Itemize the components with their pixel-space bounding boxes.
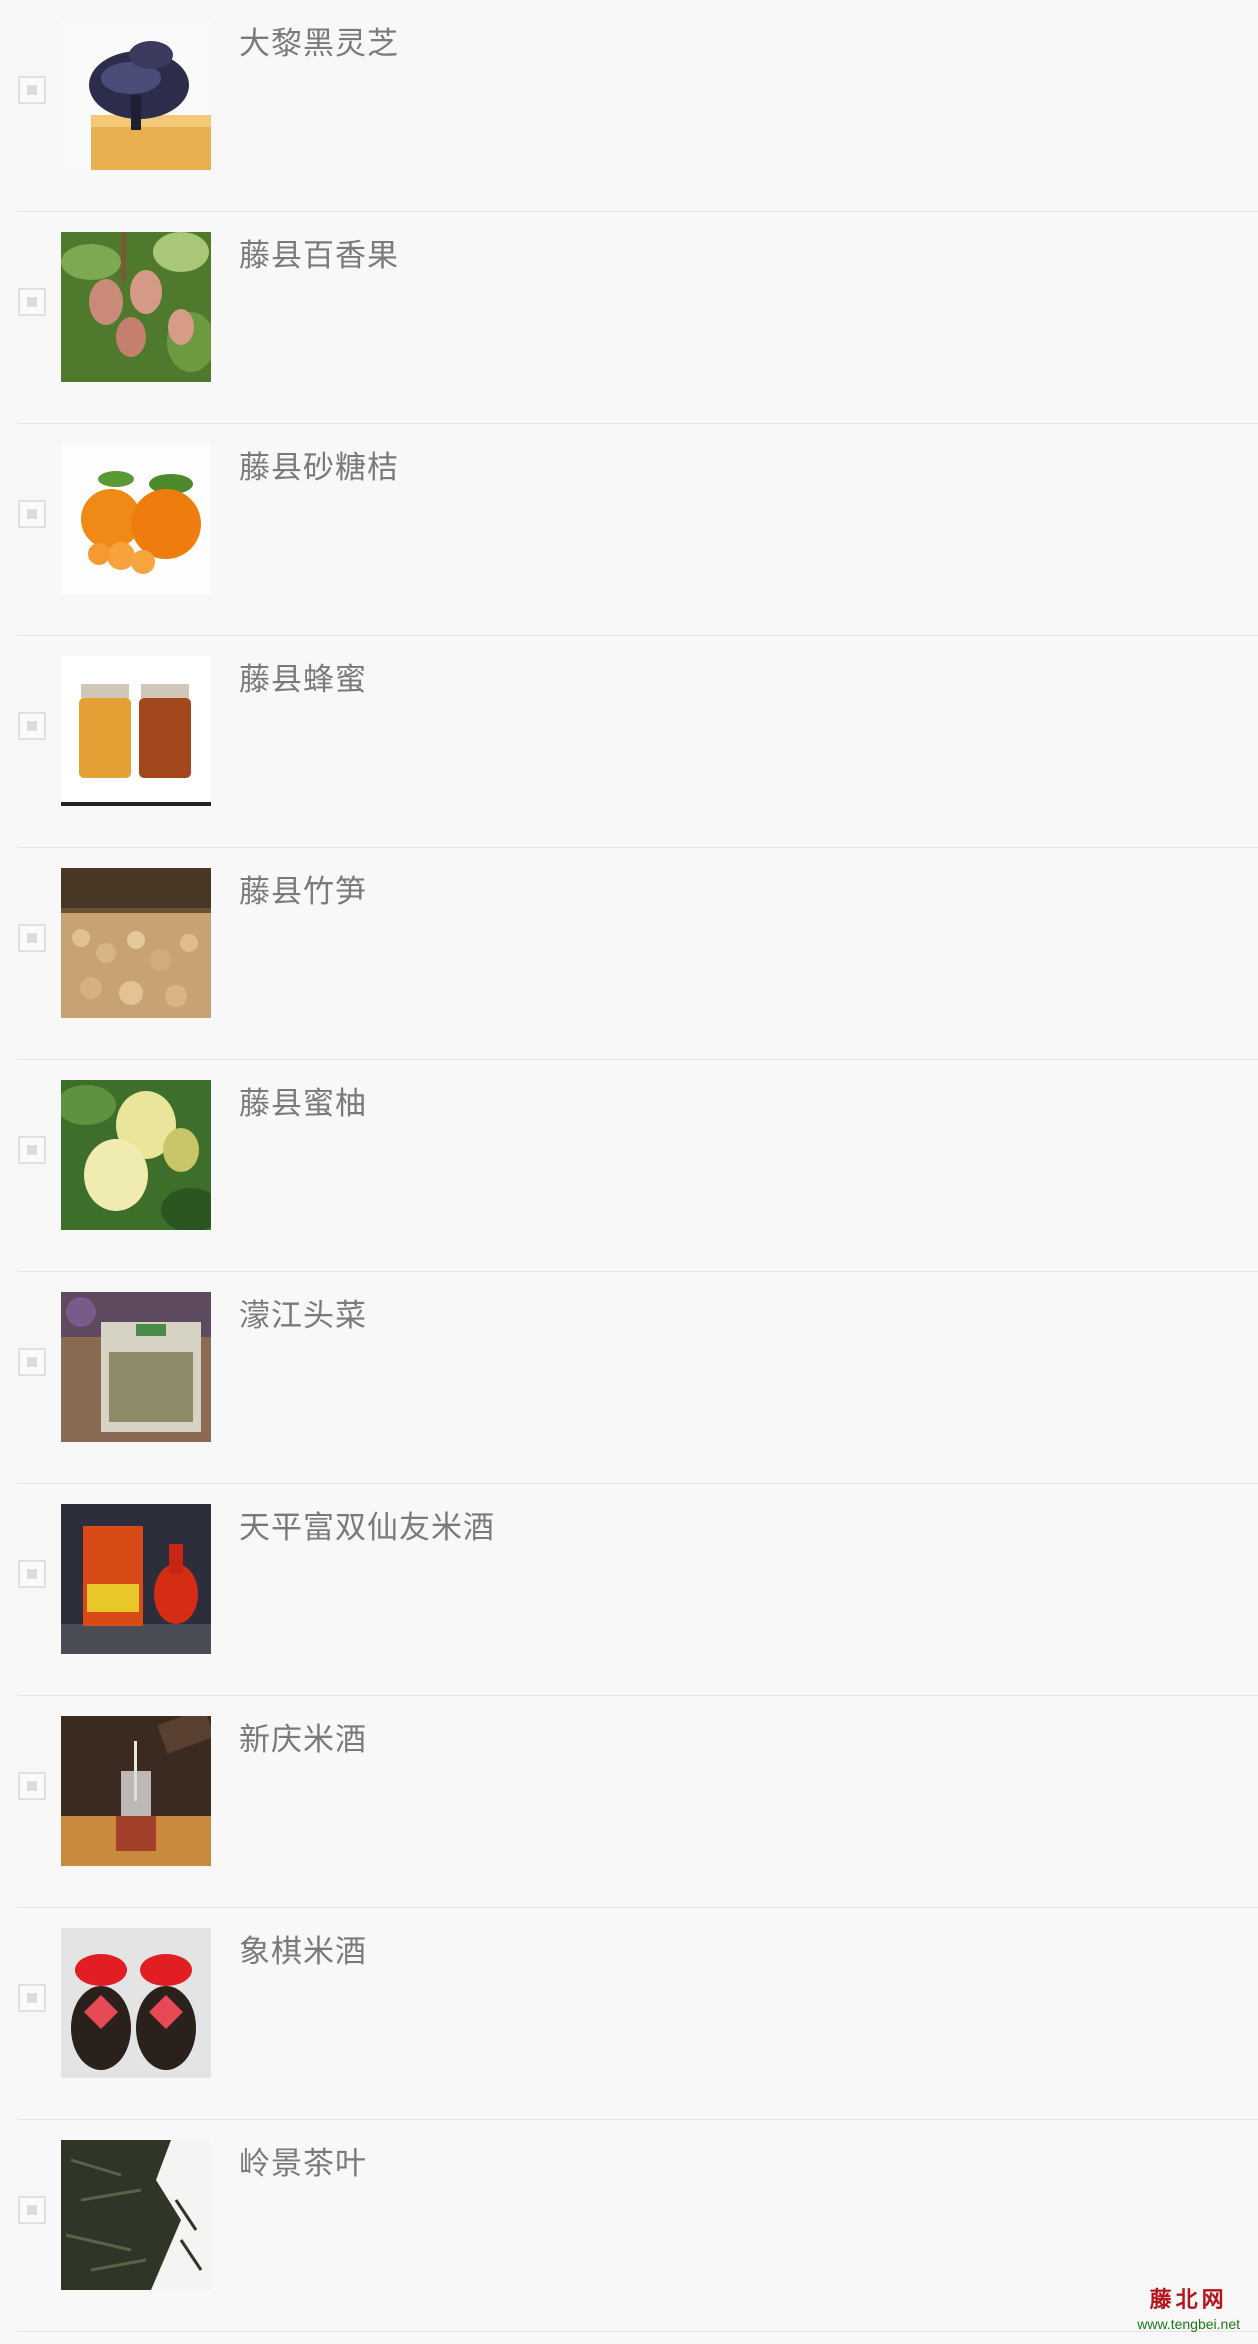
select-checkbox[interactable] — [18, 924, 46, 952]
mandarin-orange-image[interactable] — [61, 444, 211, 594]
list-item[interactable]: 象棋米酒 — [18, 1908, 1258, 2120]
pomelo-image[interactable] — [61, 1080, 211, 1230]
product-name[interactable]: 藤县砂糖桔 — [239, 442, 399, 487]
list-item[interactable]: 藤县百香果 — [18, 212, 1258, 424]
honey-jars-image[interactable] — [61, 656, 211, 806]
select-checkbox[interactable] — [18, 1560, 46, 1588]
product-name[interactable]: 藤县蜜柚 — [239, 1078, 367, 1123]
select-checkbox[interactable] — [18, 288, 46, 316]
product-name[interactable]: 象棋米酒 — [239, 1926, 367, 1971]
list-item[interactable]: 濛江头菜 — [18, 1272, 1258, 1484]
select-checkbox[interactable] — [18, 712, 46, 740]
watermark-logo: 藤北网 — [1149, 2287, 1228, 2313]
rice-wine-pour-image[interactable] — [61, 1716, 211, 1866]
product-list: 大黎黑灵芝 藤县百香果 藤县砂糖桔 藤县蜂蜜 藤县竹笋 藤县蜜柚 濛江头菜 天平… — [0, 0, 1258, 2332]
select-checkbox[interactable] — [18, 76, 46, 104]
lingzhi-mushroom-image[interactable] — [61, 20, 211, 170]
select-checkbox[interactable] — [18, 2196, 46, 2224]
watermark-url: www.tengbei.net — [1137, 2316, 1240, 2332]
select-checkbox[interactable] — [18, 1984, 46, 2012]
select-checkbox[interactable] — [18, 1136, 46, 1164]
tea-leaves-image[interactable] — [61, 2140, 211, 2290]
product-name[interactable]: 岭景茶叶 — [239, 2138, 367, 2183]
select-checkbox[interactable] — [18, 1348, 46, 1376]
product-name[interactable]: 藤县蜂蜜 — [239, 654, 367, 699]
product-name[interactable]: 新庆米酒 — [239, 1714, 367, 1759]
product-name[interactable]: 藤县竹笋 — [239, 866, 367, 911]
product-name[interactable]: 藤县百香果 — [239, 230, 399, 275]
list-item[interactable]: 藤县竹笋 — [18, 848, 1258, 1060]
list-item[interactable]: 藤县蜂蜜 — [18, 636, 1258, 848]
product-name[interactable]: 大黎黑灵芝 — [239, 18, 399, 63]
passion-fruit-image[interactable] — [61, 232, 211, 382]
list-item[interactable]: 藤县砂糖桔 — [18, 424, 1258, 636]
list-item[interactable]: 藤县蜜柚 — [18, 1060, 1258, 1272]
product-name[interactable]: 濛江头菜 — [239, 1290, 367, 1335]
select-checkbox[interactable] — [18, 500, 46, 528]
rice-wine-bottle-box-image[interactable] — [61, 1504, 211, 1654]
rice-wine-jars-image[interactable] — [61, 1928, 211, 2078]
select-checkbox[interactable] — [18, 1772, 46, 1800]
list-item[interactable]: 新庆米酒 — [18, 1696, 1258, 1908]
list-item[interactable]: 大黎黑灵芝 — [18, 0, 1258, 212]
list-item[interactable]: 天平富双仙友米酒 — [18, 1484, 1258, 1696]
list-item[interactable]: 岭景茶叶 — [18, 2120, 1258, 2332]
site-watermark: 藤北网 www.tengbei.net — [1137, 2282, 1240, 2332]
product-name[interactable]: 天平富双仙友米酒 — [239, 1502, 495, 1547]
bamboo-shoots-image[interactable] — [61, 868, 211, 1018]
preserved-vegetable-image[interactable] — [61, 1292, 211, 1442]
